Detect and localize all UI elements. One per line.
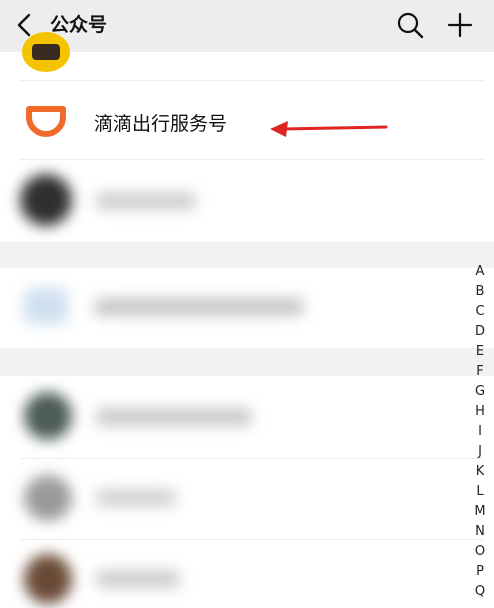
avatar: [24, 475, 72, 521]
list-item[interactable]: [0, 268, 474, 348]
index-letter[interactable]: K: [468, 462, 492, 482]
index-letter[interactable]: F: [468, 362, 492, 382]
index-letter[interactable]: N: [468, 522, 492, 542]
section-header: [0, 348, 494, 376]
index-letter[interactable]: I: [468, 422, 492, 442]
list-item[interactable]: [0, 32, 474, 80]
index-letter[interactable]: C: [468, 302, 492, 322]
index-letter[interactable]: H: [468, 402, 492, 422]
account-name: [96, 489, 176, 507]
index-letter[interactable]: G: [468, 382, 492, 402]
avatar: [20, 174, 72, 226]
index-letter[interactable]: E: [468, 342, 492, 362]
account-name: [96, 570, 180, 588]
account-name: [94, 298, 304, 316]
account-name: [96, 408, 252, 426]
index-letter[interactable]: L: [468, 482, 492, 502]
account-name: 滴滴出行服务号: [94, 113, 228, 135]
list-item[interactable]: [0, 376, 474, 458]
index-letter[interactable]: M: [468, 502, 492, 522]
index-letter[interactable]: Q: [468, 582, 492, 602]
top-bar: 公众号: [0, 0, 494, 52]
avatar: [24, 288, 68, 324]
didi-logo-icon: [26, 106, 66, 137]
avatar: [24, 554, 72, 604]
annotation-arrow-icon: [270, 121, 388, 137]
index-letter[interactable]: B: [468, 282, 492, 302]
index-letter[interactable]: P: [468, 562, 492, 582]
avatar: [24, 392, 72, 440]
index-letter[interactable]: A: [468, 262, 492, 282]
list-item[interactable]: [0, 459, 474, 539]
alphabet-index[interactable]: ABCDEFGHIJKLMNOPQ: [468, 262, 492, 602]
index-letter[interactable]: J: [468, 442, 492, 462]
list-item[interactable]: [0, 540, 474, 608]
list-item[interactable]: [0, 160, 474, 242]
index-letter[interactable]: O: [468, 542, 492, 562]
list-item-didi[interactable]: 滴滴出行服务号: [0, 81, 474, 159]
search-icon[interactable]: [396, 11, 424, 39]
plus-icon[interactable]: [446, 11, 474, 39]
avatar: [22, 32, 70, 72]
account-name: [96, 192, 196, 210]
index-letter[interactable]: D: [468, 322, 492, 342]
section-header: [0, 242, 494, 268]
